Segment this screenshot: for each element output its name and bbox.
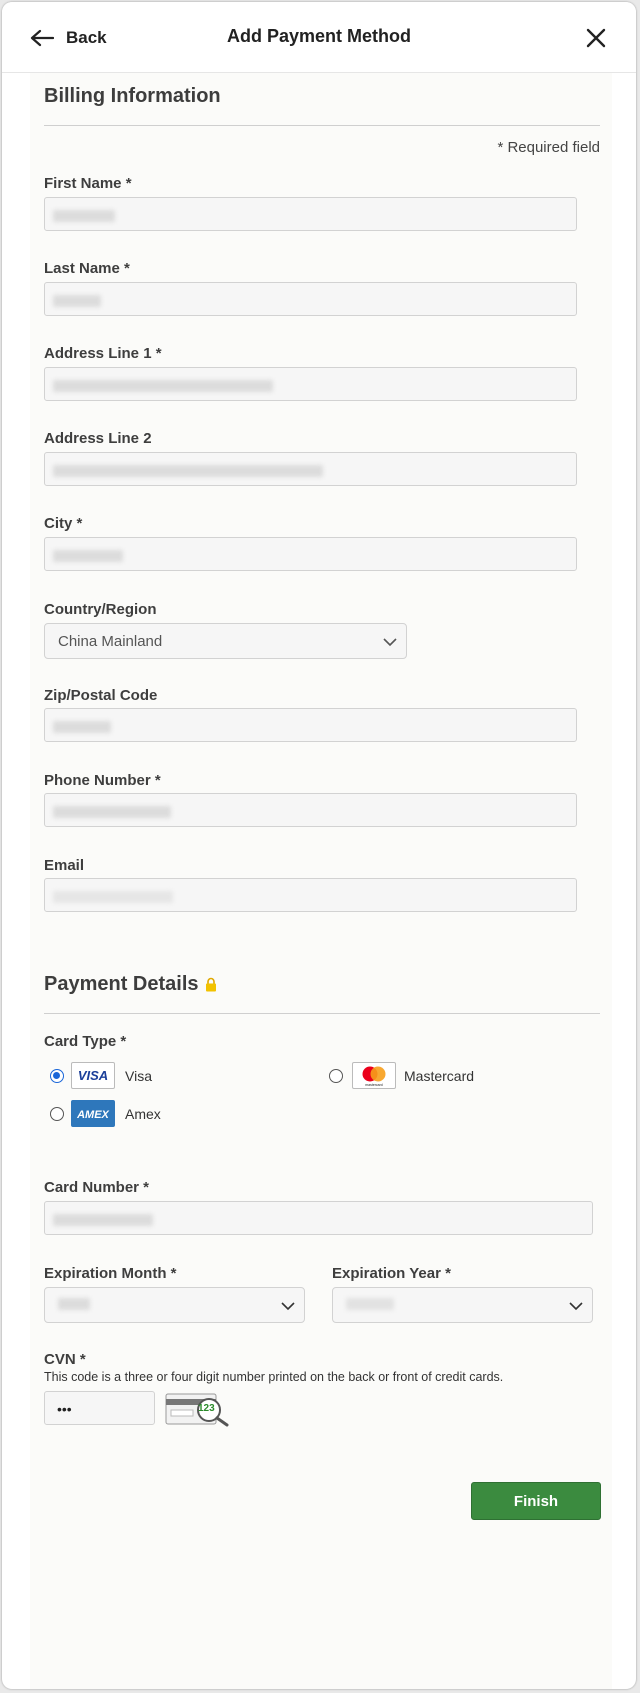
modal-header: Back Add Payment Method — [2, 2, 636, 73]
cvn-label: CVN * — [44, 1351, 86, 1368]
phone-label: Phone Number * — [44, 772, 161, 789]
address-line2-input[interactable] — [44, 452, 577, 486]
redacted-value — [53, 465, 323, 477]
redacted-value — [53, 295, 101, 307]
country-label: Country/Region — [44, 601, 157, 618]
redacted-value — [53, 210, 115, 222]
cvn-value: ••• — [57, 1401, 72, 1417]
redacted-value — [346, 1298, 394, 1310]
amex-logo: AMEX — [71, 1100, 115, 1127]
cvn-example-icon: 123 — [165, 1391, 235, 1427]
modal-title: Add Payment Method — [226, 26, 411, 46]
redacted-value — [53, 806, 171, 818]
mastercard-label: Mastercard — [404, 1068, 475, 1084]
zip-label: Zip/Postal Code — [44, 687, 158, 704]
country-select[interactable]: China Mainland — [44, 623, 407, 659]
address-line1-label: Address Line 1 * — [44, 345, 162, 362]
chevron-down-icon — [281, 1302, 295, 1311]
redacted-value — [58, 1298, 90, 1310]
redacted-value — [53, 1214, 153, 1226]
add-payment-modal: Back Add Payment Method Billing Informat… — [2, 2, 636, 1689]
last-name-input[interactable] — [44, 282, 577, 316]
cvn-input[interactable]: ••• — [44, 1391, 155, 1425]
payment-divider — [44, 1013, 600, 1014]
mastercard-logo: mastercard — [352, 1062, 396, 1089]
exp-month-select[interactable] — [44, 1287, 305, 1323]
cvn-help-text: This code is a three or four digit numbe… — [44, 1370, 504, 1384]
card-number-input[interactable] — [44, 1201, 593, 1235]
visa-logo: VISA — [71, 1062, 115, 1089]
form-content: Billing Information * Required field Fir… — [30, 73, 612, 1689]
card-type-label: Card Type * — [44, 1033, 127, 1050]
country-value: China Mainland — [58, 633, 163, 650]
redacted-value — [53, 721, 111, 733]
redacted-value — [53, 380, 273, 392]
email-input[interactable] — [44, 878, 577, 912]
billing-section-title: Billing Information — [44, 85, 221, 107]
amex-radio[interactable] — [50, 1107, 64, 1121]
mastercard-logo-art: mastercard — [362, 1066, 386, 1087]
svg-text:AMEX: AMEX — [76, 1109, 109, 1121]
city-input[interactable] — [44, 537, 577, 571]
exp-year-select[interactable] — [332, 1287, 593, 1323]
card-number-label: Card Number * — [44, 1179, 150, 1196]
first-name-label: First Name * — [44, 175, 132, 192]
address-line1-input[interactable] — [44, 367, 577, 401]
cvn-example-digits: 123 — [198, 1403, 215, 1414]
redacted-value — [53, 891, 173, 903]
svg-text:mastercard: mastercard — [365, 1083, 383, 1087]
amex-label: Amex — [125, 1106, 161, 1122]
last-name-label: Last Name * — [44, 260, 130, 277]
close-icon[interactable] — [584, 26, 608, 50]
email-label: Email — [44, 857, 85, 874]
finish-button[interactable]: Finish — [471, 1482, 601, 1520]
mastercard-radio[interactable] — [329, 1069, 343, 1083]
visa-logo-art: VISA — [78, 1068, 108, 1083]
phone-input[interactable] — [44, 793, 577, 827]
svg-text:VISA: VISA — [78, 1068, 108, 1083]
visa-radio[interactable] — [50, 1069, 64, 1083]
payment-section-title-wrap: Payment Details — [44, 973, 217, 996]
amex-logo-art: AMEX — [72, 1101, 114, 1126]
address-line2-label: Address Line 2 — [44, 430, 152, 447]
city-label: City * — [44, 515, 83, 532]
chevron-down-icon — [569, 1302, 583, 1311]
visa-label: Visa — [125, 1068, 152, 1084]
redacted-value — [53, 550, 123, 562]
exp-month-label: Expiration Month * — [44, 1265, 177, 1282]
chevron-down-icon — [383, 638, 397, 647]
zip-input[interactable] — [44, 708, 577, 742]
first-name-input[interactable] — [44, 197, 577, 231]
exp-year-label: Expiration Year * — [332, 1265, 451, 1282]
lock-icon — [205, 977, 216, 992]
billing-divider — [44, 125, 600, 126]
payment-section-title: Payment Details — [44, 973, 199, 995]
required-field-note: * Required field — [497, 139, 600, 156]
